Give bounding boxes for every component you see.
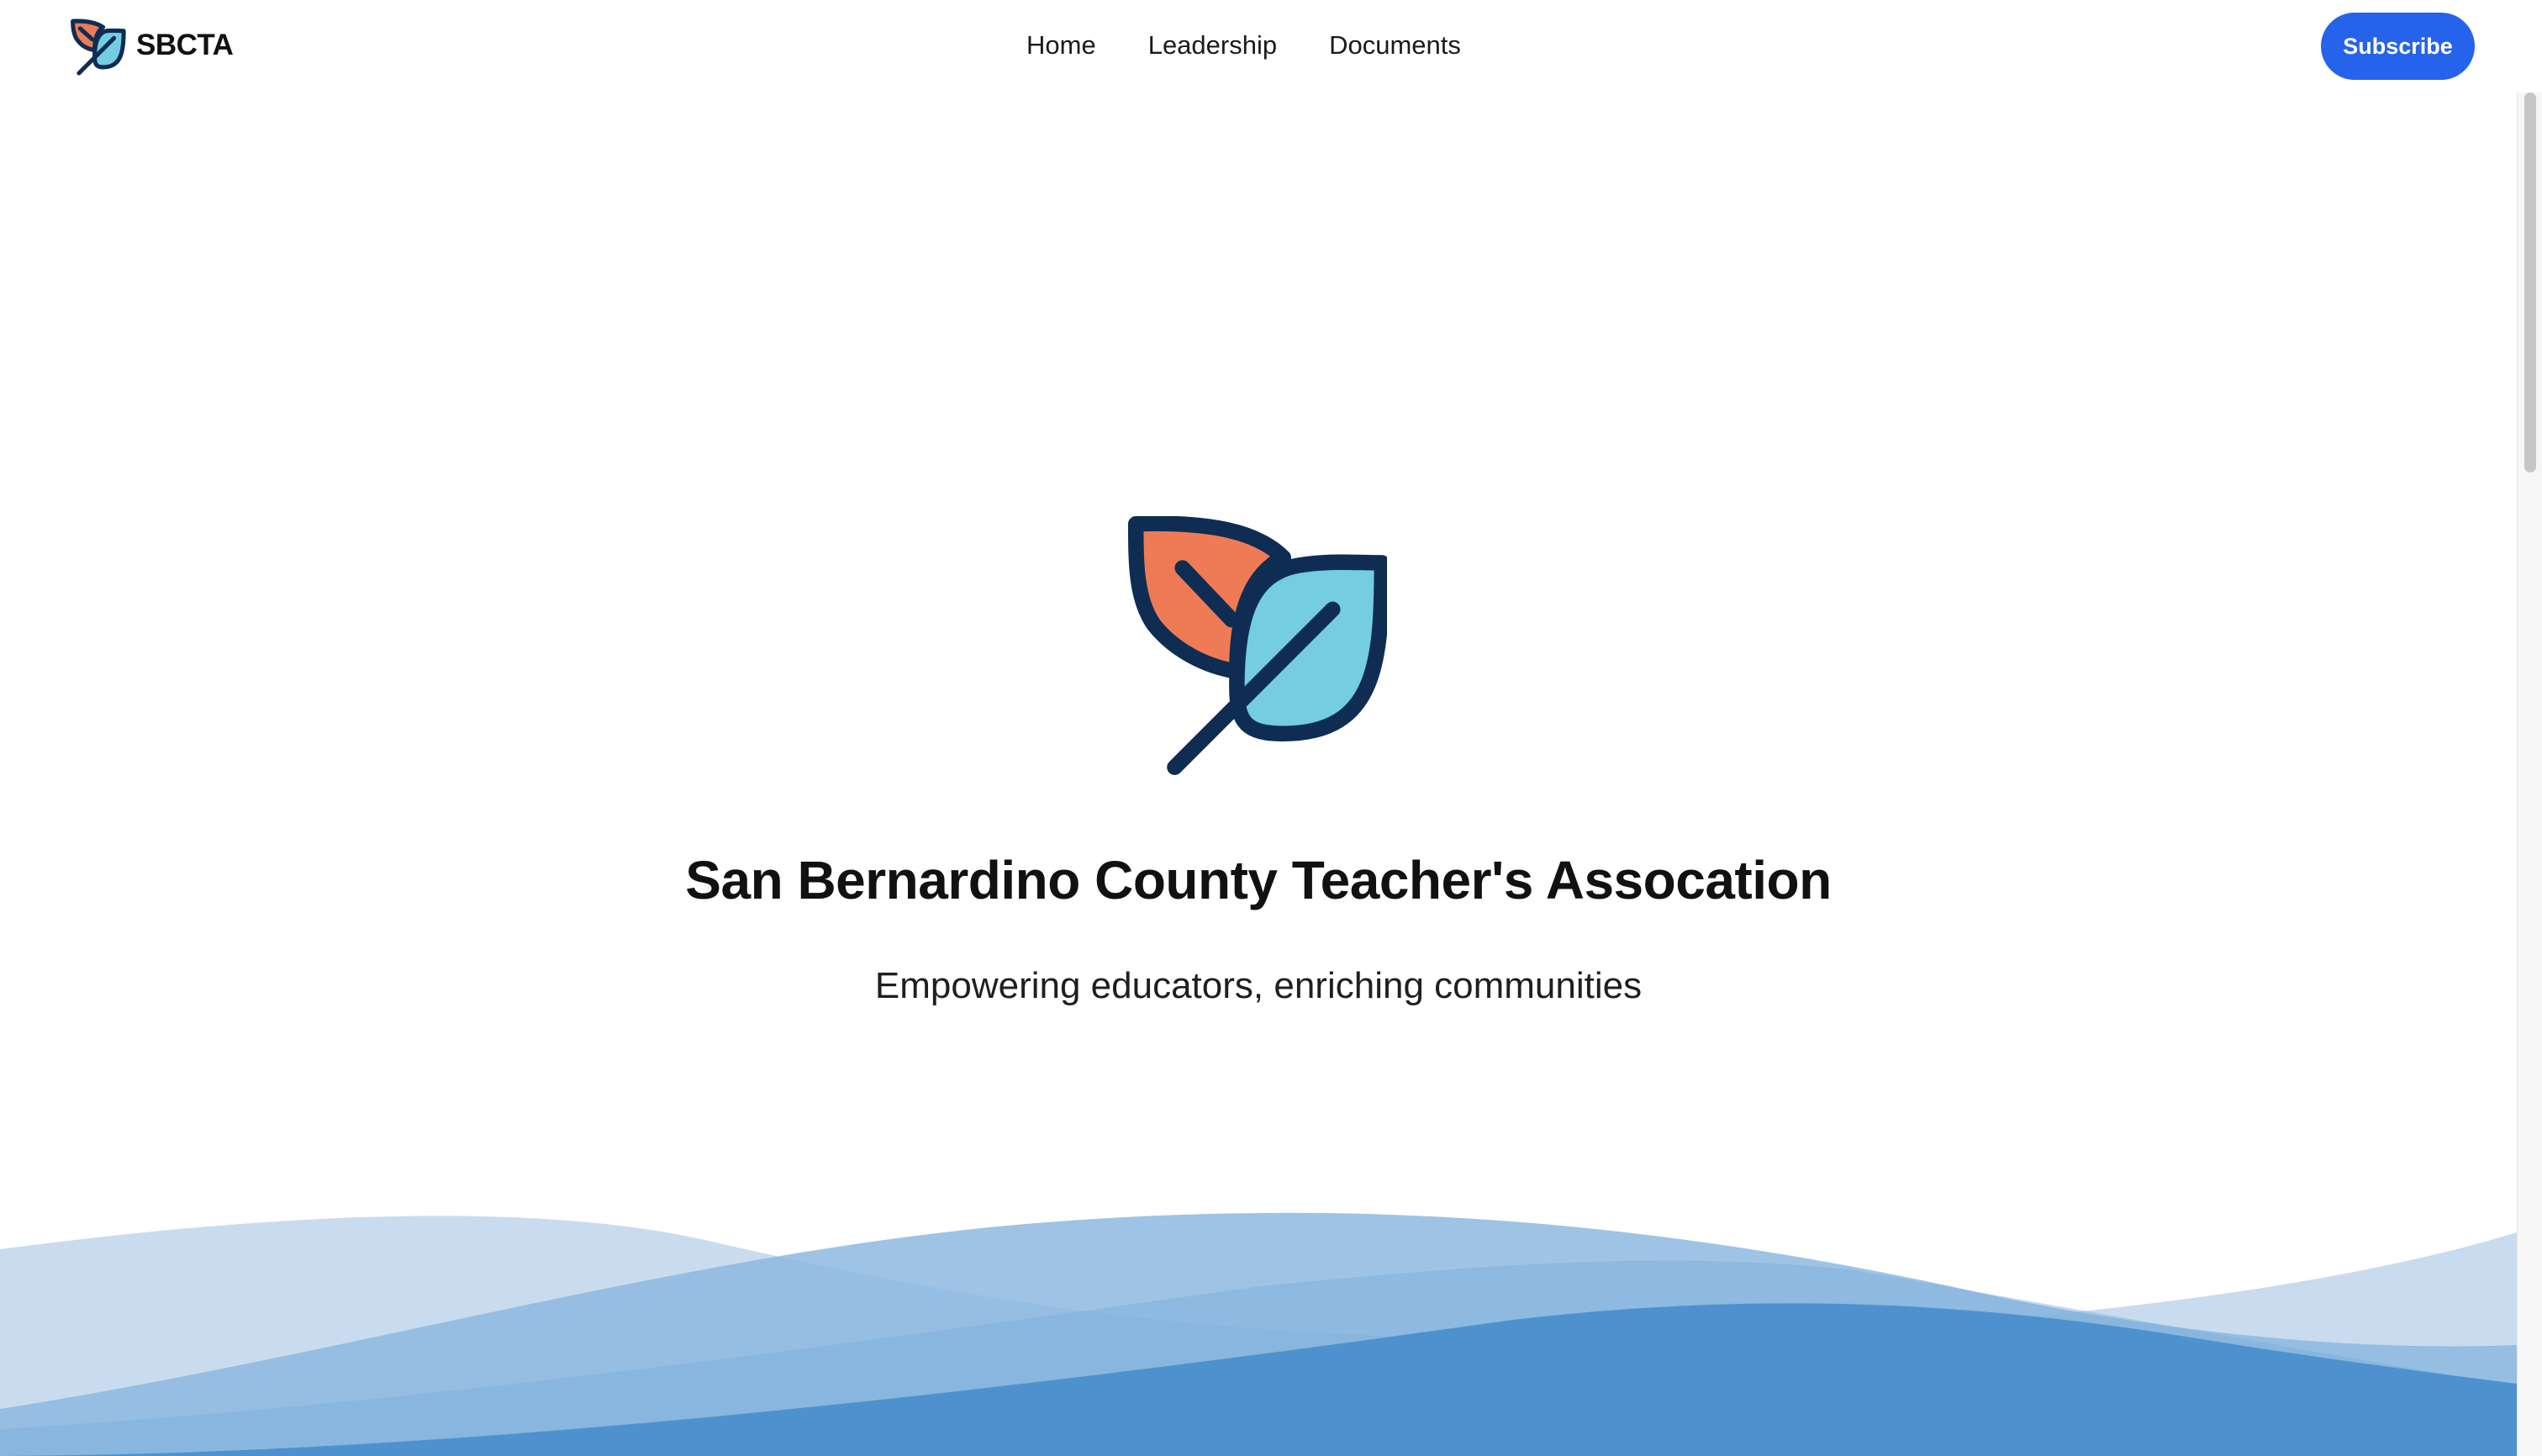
brand-name: SBCTA — [136, 29, 234, 61]
nav-documents[interactable]: Documents — [1329, 30, 1461, 61]
page: SBCTA Home Leadership Documents Subscrib… — [0, 0, 2542, 1456]
scrollbar-thumb[interactable] — [2524, 92, 2536, 472]
leaf-logo-icon — [71, 18, 126, 76]
hero-subtitle: Empowering educators, enriching communit… — [874, 965, 1643, 1006]
nav-leadership[interactable]: Leadership — [1148, 30, 1277, 61]
subscribe-button[interactable]: Subscribe — [2321, 13, 2475, 80]
hero-leaf-logo-icon — [1128, 516, 1387, 775]
brand-home-link[interactable]: SBCTA — [66, 15, 234, 76]
page-title: San Bernardino County Teacher's Assocati… — [685, 850, 1832, 910]
decorative-waves — [0, 1212, 2517, 1456]
page-scrollbar[interactable] — [2517, 92, 2542, 1456]
main-nav: Home Leadership Documents — [1000, 25, 1487, 66]
nav-home[interactable]: Home — [1026, 30, 1096, 61]
site-header: SBCTA Home Leadership Documents Subscrib… — [0, 0, 2517, 92]
